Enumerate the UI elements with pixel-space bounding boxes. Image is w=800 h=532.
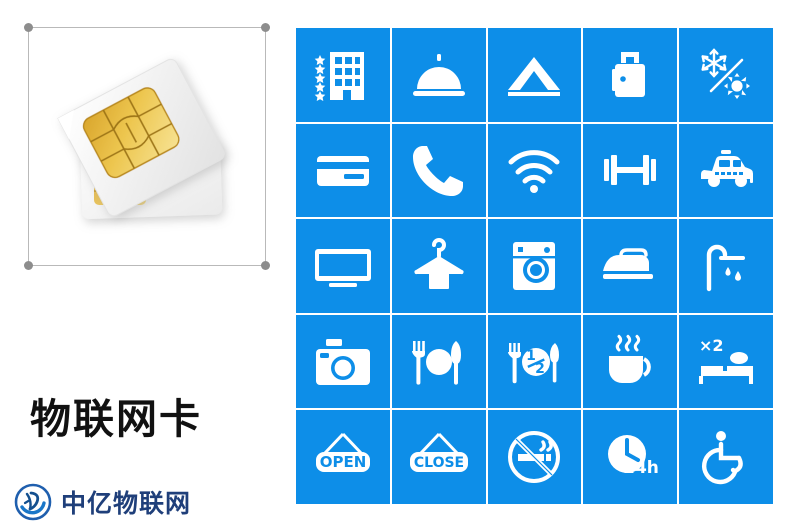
svg-text:×2: ×2 [699,336,724,355]
room-service-cloche-icon [410,46,468,104]
tile-telephone[interactable]: Telephone [391,123,486,218]
left-product-panel: 物联网卡 中亿物联网 [0,0,290,532]
double-bed-icon: ×2 [697,333,755,391]
close-sign-text: CLOSE [414,455,464,471]
clothes-iron-icon [601,237,659,295]
tent-peak-icon [505,46,563,104]
tile-television[interactable]: Television [296,219,390,313]
luggage-storage-icon [601,46,659,104]
tile-half-board[interactable]: 1 2 1/2 [487,314,582,409]
dumbbell-gym-icon [601,141,659,199]
twentyfour-hour-clock-icon: 24h [601,428,659,486]
restaurant-cutlery-plate-icon [410,333,468,391]
sim-card-illustration [36,35,258,257]
hotel-star-building-icon [314,46,372,104]
telephone-handset-icon [410,141,468,199]
selection-handle-bottom-left[interactable] [24,261,33,270]
tile-gym[interactable]: Gym [583,123,678,218]
washing-machine-icon [505,237,563,295]
tile-room-service-cloche[interactable]: Room service [391,28,486,122]
wifi-signal-icon [505,141,563,199]
twentyfour-hour-text: 24h [623,458,659,478]
tile-no-smoking[interactable]: No smoking [487,410,582,504]
tile-24-hours[interactable]: 24h [583,410,678,504]
tile-open-sign[interactable]: OPEN [296,410,390,504]
photo-camera-icon [314,333,372,391]
brand-lockup: 中亿物联网 [14,483,191,521]
wheelchair-accessible-icon [697,428,755,486]
tile-photo-camera[interactable]: Camera [296,314,390,409]
open-sign-icon: OPEN [308,428,378,486]
tile-clothes-iron[interactable]: Ironing [583,219,678,313]
tile-air-conditioning[interactable]: Air conditioning [679,28,773,122]
tile-double-bed[interactable]: ×2 x2 [679,314,773,409]
tile-tent-peak[interactable]: Tent [487,28,582,122]
tile-taxi[interactable]: Taxi [679,123,773,218]
amenity-icon-grid: Hotel Room service Tent [296,28,773,504]
tile-hot-coffee[interactable]: Coffee [583,314,678,409]
clothes-hanger-icon [410,237,468,295]
tile-hotel-star-building[interactable]: Hotel [296,28,390,122]
selection-handle-top-right[interactable] [261,23,270,32]
television-icon [314,237,372,295]
selection-handle-top-left[interactable] [24,23,33,32]
tile-close-sign[interactable]: CLOSE [391,410,486,504]
hot-coffee-cup-icon [601,333,659,391]
tile-washing-machine[interactable]: Washing machine [487,219,582,313]
tile-wifi[interactable]: Wi-Fi [487,123,582,218]
tile-wheelchair-accessible[interactable]: Accessible [679,410,773,504]
tile-luggage-storage[interactable]: Luggage [583,28,678,122]
tile-restaurant[interactable]: Restaurant [391,314,486,409]
no-smoking-icon [505,428,563,486]
page-root: 物联网卡 中亿物联网 1 2 ×2 OPEN CLOSE 24h [0,0,800,532]
brand-name: 中亿物联网 [61,489,192,518]
credit-card-icon [314,141,372,199]
tile-credit-card[interactable]: Credit card [296,123,390,218]
half-board-fork-icon: 1 2 [505,333,563,391]
taxi-car-icon [697,141,755,199]
open-sign-text: OPEN [320,453,367,471]
air-conditioning-snowflake-sun-icon [697,46,755,104]
close-sign-icon: CLOSE [404,428,474,486]
tile-clothes-hanger[interactable]: Laundry [391,219,486,313]
circular-brand-emblem-icon [14,483,52,521]
tile-shower[interactable]: Shower [679,219,773,313]
shower-icon [697,237,755,295]
selection-handle-bottom-right[interactable] [261,261,270,270]
page-title: 物联网卡 [30,395,202,443]
